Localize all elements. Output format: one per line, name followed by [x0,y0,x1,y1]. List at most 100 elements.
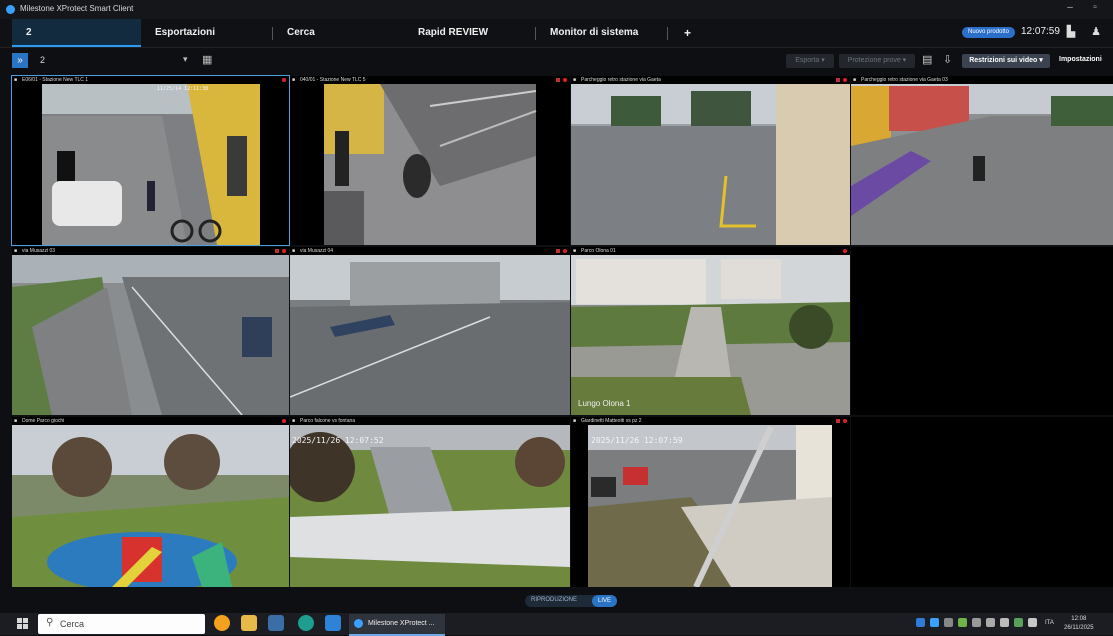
add-tab-button[interactable]: + [684,19,691,47]
empty-tile[interactable] [851,247,1113,415]
live-indicator-icon: ■ [573,77,577,83]
maximize-icon[interactable]: ▫ [1085,2,1105,16]
camera-overlay-text: Lungo Olona 1 [578,399,631,408]
chevron-down-icon[interactable]: ▾ [183,54,188,65]
active-app-label: Milestone XProtect ... [368,620,435,627]
video-restrictions-button[interactable]: Restrizioni sui video ▾ [962,54,1050,68]
milestone-app-icon [354,619,363,628]
tab-view-2[interactable]: 2 [12,19,141,47]
camera-feed [851,84,1113,245]
view-toolbar: » 2 ▾ ▦ Esporta ▾ Protezione prove ▾ ▤ ⇩… [0,48,1113,74]
camera-header: ■ 040/01 - Stazione New TLC 5 [290,76,570,84]
camera-name: Parco Olona 01 [581,248,616,254]
motion-icon [556,249,560,253]
tray-icon[interactable] [1000,618,1009,627]
language-indicator[interactable]: ITA [1045,620,1054,626]
live-indicator-icon: ■ [292,248,296,254]
motion-icon [275,249,279,253]
recording-icon [843,249,847,253]
camera-tile[interactable]: ■ 040/01 - Stazione New TLC 5 [290,76,570,245]
export-button[interactable]: Esporta ▾ [786,54,834,68]
view-layout-icon[interactable]: ▦ [202,53,212,66]
tray-icon[interactable] [958,618,967,627]
expand-panel-icon[interactable]: » [12,53,28,68]
user-icon[interactable]: ♟ [1089,25,1103,39]
tray-icon[interactable] [1028,618,1037,627]
motion-icon [836,78,840,82]
tab-monitor-sistema[interactable]: Monitor di sistema [550,19,638,47]
taskbar-search-input[interactable]: ⚲ Cerca [38,614,205,634]
camera-header: ■ E06/01 - Stazione New TLC 1 [12,76,289,84]
tray-icon[interactable] [944,618,953,627]
app-icon[interactable] [325,615,341,631]
camera-feed [12,84,289,245]
camera-tile[interactable]: ■ Dome Parco giochi [12,417,289,587]
tab-cerca[interactable]: Cerca [287,19,315,47]
camera-tile[interactable]: ■ Parcheggio retro stazione via Gaeta 03 [851,76,1113,245]
live-indicator-icon: ■ [14,248,18,254]
camera-name: Parco falcone vs fontana [300,418,356,424]
live-mode-button[interactable]: LIVE [592,595,617,607]
tab-rapid-review[interactable]: Rapid REVIEW [418,19,488,47]
chrome-icon[interactable] [214,615,230,631]
motion-icon [836,419,840,423]
search-icon: ⚲ [46,617,54,628]
motion-icon [556,78,560,82]
camera-header: ■ Parcheggio retro stazione via Gaeta [571,76,850,84]
camera-tile[interactable]: ■ Parcheggio retro stazione via Gaeta [571,76,850,245]
camera-tile[interactable]: 2025/11/26 12:07:52 ■ Parco falcone vs f… [290,417,570,587]
milestone-app-icon [6,5,15,14]
windows-logo-icon[interactable] [17,618,28,629]
recording-icon [282,419,286,423]
tray-icon[interactable] [1014,618,1023,627]
camera-name: Parcheggio retro stazione via Gaeta 03 [861,77,948,83]
title-bar: Milestone XProtect Smart Client – ▫ [0,0,1113,19]
camera-tile[interactable]: ■ via Musazzi 04 [290,247,570,415]
volume-icon[interactable] [986,618,995,627]
export-icon[interactable]: ⇩ [943,53,952,66]
camera-tile[interactable]: 2025/11/26 12:07:59 ■ Giardinetti Matteo… [571,417,850,587]
settings-button[interactable]: Impostazioni [1059,56,1102,63]
camera-feed [12,255,289,415]
app-icon[interactable] [268,615,284,631]
new-project-badge[interactable]: Nuovo prodotto [962,27,1015,38]
camera-feed [12,425,289,587]
minimize-icon[interactable]: – [1060,2,1080,16]
view-selector[interactable]: 2 [40,55,45,65]
camera-name: E06/01 - Stazione New TLC 1 [22,77,89,83]
playback-mode-button[interactable]: RIPRODUZIONE [531,597,577,603]
camera-name: 040/01 - Stazione New TLC 5 [300,77,366,83]
window-title: Milestone XProtect Smart Client [20,4,134,13]
tray-icon[interactable] [916,618,925,627]
restrict-label: Restrizioni sui video [969,57,1038,64]
live-indicator-icon: ■ [573,418,577,424]
tray-icon[interactable] [930,618,939,627]
clock: 12:07:59 [1021,26,1060,37]
camera-header: ■ via Musazzi 03 [12,247,289,255]
camera-tile[interactable]: ■ via Musazzi 03 [12,247,289,415]
bookmark-icon[interactable]: ▤ [922,53,932,66]
save-icon[interactable]: ▙ [1064,25,1078,39]
tab-esportazioni[interactable]: Esportazioni [155,19,215,47]
live-indicator-icon: ■ [14,418,18,424]
recording-icon [282,249,286,253]
protect-evidence-button[interactable]: Protezione prove ▾ [839,54,915,68]
network-icon[interactable] [972,618,981,627]
file-explorer-icon[interactable] [241,615,257,631]
export-label: Esporta [795,57,820,64]
taskbar-active-app[interactable]: Milestone XProtect ... [349,614,445,636]
live-indicator-icon: ■ [14,77,18,83]
empty-tile[interactable] [851,417,1113,587]
camera-name: via Musazzi 04 [300,248,334,254]
recording-icon [563,78,567,82]
camera-feed [571,84,850,245]
camera-timestamp: 2025/11/26 12:07:59 [591,436,683,445]
camera-header: ■ Parcheggio retro stazione via Gaeta 03 [851,76,1113,84]
edge-icon[interactable] [298,615,314,631]
live-indicator-icon: ■ [292,77,296,83]
camera-tile[interactable]: 11/25/14 12:11:38 ■ E06/01 - Stazione Ne… [11,75,290,246]
camera-tile[interactable]: Lungo Olona 1 ■ Parco Olona 01 [571,247,850,415]
taskbar-clock[interactable]: 12:08 26/11/2025 [1064,615,1094,633]
protect-label: Protezione prove [847,57,901,64]
recording-icon [563,249,567,253]
